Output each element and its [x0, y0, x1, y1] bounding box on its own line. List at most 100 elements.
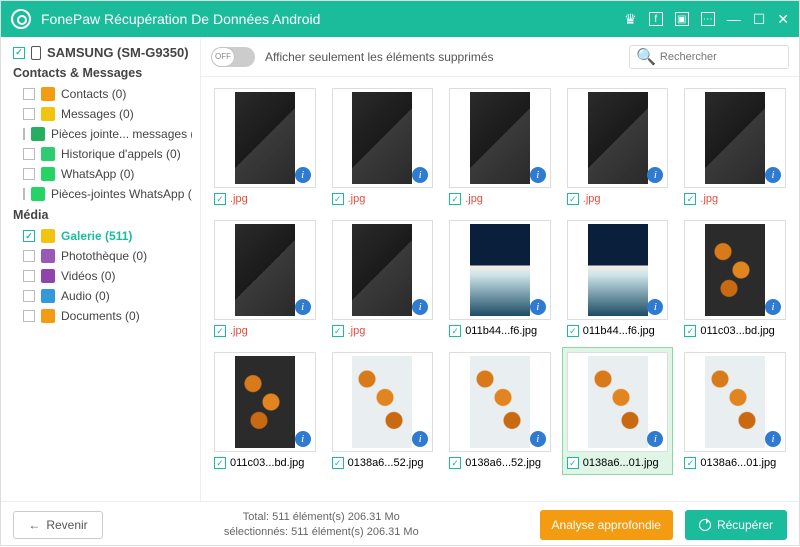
item-checkbox[interactable]: ✓ [332, 325, 344, 337]
item-checkbox[interactable]: ✓ [449, 457, 461, 469]
thumbnail-image [588, 356, 648, 448]
gallery-card[interactable]: i✓.jpg [209, 215, 321, 343]
contacts-item-5[interactable]: Pièces-jointes WhatsApp (0) [13, 184, 192, 204]
info-icon[interactable]: i [647, 431, 663, 447]
gallery-card[interactable]: i✓011c03...bd.jpg [679, 215, 791, 343]
tree-checkbox[interactable] [23, 310, 35, 322]
tree-checkbox[interactable] [23, 188, 25, 200]
item-checkbox[interactable]: ✓ [214, 457, 226, 469]
contacts-item-0[interactable]: Contacts (0) [13, 84, 192, 104]
gallery-card[interactable]: i ✓.jpg [562, 83, 674, 211]
gallery-card[interactable]: i✓.jpg [444, 83, 556, 211]
item-checkbox[interactable]: ✓ [684, 325, 696, 337]
tree-checkbox[interactable] [23, 128, 25, 140]
item-checkbox[interactable]: ✓ [567, 325, 579, 337]
info-icon[interactable]: i [765, 299, 781, 315]
gallery-card[interactable]: i✓0138a6...52.jpg [444, 347, 556, 475]
media-item-3[interactable]: Audio (0) [13, 286, 192, 306]
thumbnail-box[interactable]: i [332, 88, 434, 188]
item-checkbox[interactable]: ✓ [449, 193, 461, 205]
item-checkbox[interactable]: ✓ [567, 457, 579, 469]
thumbnail-box[interactable]: i [332, 352, 434, 452]
device-checkbox[interactable]: ✓ [13, 47, 25, 59]
gallery-scroll[interactable]: i✓.jpgi✓.jpgi✓.jpgi✓.jpgi✓.jpgi✓.jpgi✓.j… [201, 77, 799, 501]
item-checkbox[interactable]: ✓ [684, 193, 696, 205]
facebook-icon[interactable]: f [649, 12, 663, 26]
tree-checkbox[interactable] [23, 290, 35, 302]
thumbnail-box[interactable]: i [684, 88, 786, 188]
deep-scan-button[interactable]: Analyse approfondie [540, 510, 673, 540]
tree-checkbox[interactable] [23, 270, 35, 282]
tree-checkbox[interactable] [23, 148, 35, 160]
tree-checkbox[interactable] [23, 88, 35, 100]
thumbnail-box[interactable]: i [449, 88, 551, 188]
gallery-card[interactable]: i✓0138a6...01.jpg [562, 347, 674, 475]
media-item-4[interactable]: Documents (0) [13, 306, 192, 326]
info-icon[interactable]: i [412, 431, 428, 447]
item-checkbox[interactable]: ✓ [684, 457, 696, 469]
info-icon[interactable]: i [412, 167, 428, 183]
info-icon[interactable]: i [765, 431, 781, 447]
gallery-card[interactable]: i✓011b44...f6.jpg [444, 215, 556, 343]
info-icon[interactable]: i [412, 299, 428, 315]
tree-checkbox[interactable] [23, 168, 35, 180]
info-icon[interactable]: i [530, 167, 546, 183]
item-checkbox[interactable]: ✓ [567, 193, 579, 205]
gallery-card[interactable]: i✓.jpg [327, 215, 439, 343]
device-row[interactable]: ✓ SAMSUNG (SM-G9350) [13, 45, 192, 60]
search-box[interactable]: 🔍 [629, 45, 789, 69]
thumbnail-box[interactable]: i [567, 220, 669, 320]
thumbnail-box[interactable]: i [684, 220, 786, 320]
contacts-item-1[interactable]: Messages (0) [13, 104, 192, 124]
gallery-card[interactable]: i✓.jpg [327, 83, 439, 211]
gallery-card[interactable]: i✓011b44...f6.jpg [562, 215, 674, 343]
thumbnail-box[interactable]: i [332, 220, 434, 320]
info-icon[interactable]: i [647, 299, 663, 315]
thumbnail-box[interactable]: i [449, 352, 551, 452]
item-checkbox[interactable]: ✓ [449, 325, 461, 337]
minimize-icon[interactable]: — [727, 12, 741, 26]
item-checkbox[interactable]: ✓ [214, 325, 226, 337]
maximize-icon[interactable]: ☐ [753, 12, 766, 26]
feedback-icon[interactable]: ▣ [675, 12, 689, 26]
tree-checkbox[interactable]: ✓ [23, 230, 35, 242]
contacts-item-2[interactable]: Pièces jointe... messages (0) [13, 124, 192, 144]
caption-row: ✓.jpg [567, 192, 669, 206]
premium-icon[interactable]: ♛ [624, 12, 637, 26]
recover-button[interactable]: Récupérer [685, 510, 787, 540]
contacts-item-3[interactable]: Historique d'appels (0) [13, 144, 192, 164]
media-item-0[interactable]: ✓Galerie (511) [13, 226, 192, 246]
thumbnail-box[interactable]: i [214, 88, 316, 188]
info-icon[interactable]: i [295, 431, 311, 447]
item-checkbox[interactable]: ✓ [332, 193, 344, 205]
contacts-item-4[interactable]: WhatsApp (0) [13, 164, 192, 184]
info-icon[interactable]: i [295, 299, 311, 315]
menu-icon[interactable]: ⋯ [701, 12, 715, 26]
close-icon[interactable]: ✕ [777, 12, 789, 26]
search-input[interactable] [660, 51, 782, 63]
thumbnail-box[interactable]: i [567, 352, 669, 452]
gallery-card[interactable]: i✓.jpg [209, 83, 321, 211]
gallery-card[interactable]: i✓0138a6...52.jpg [327, 347, 439, 475]
info-icon[interactable]: i [530, 431, 546, 447]
info-icon[interactable]: i [295, 167, 311, 183]
thumbnail-box[interactable]: i [684, 352, 786, 452]
thumbnail-box[interactable]: i [449, 220, 551, 320]
gallery-card[interactable]: i✓011c03...bd.jpg [209, 347, 321, 475]
thumbnail-box[interactable]: i [214, 220, 316, 320]
media-item-1[interactable]: Photothèque (0) [13, 246, 192, 266]
thumbnail-box[interactable]: i [214, 352, 316, 452]
info-icon[interactable]: i [765, 167, 781, 183]
info-icon[interactable]: i [647, 167, 663, 183]
info-icon[interactable]: i [530, 299, 546, 315]
thumbnail-box[interactable]: i [567, 88, 669, 188]
back-button[interactable]: ← Revenir [13, 511, 103, 539]
media-item-2[interactable]: Vidéos (0) [13, 266, 192, 286]
deleted-only-toggle[interactable]: OFF [211, 47, 255, 67]
item-checkbox[interactable]: ✓ [214, 193, 226, 205]
item-checkbox[interactable]: ✓ [332, 457, 344, 469]
gallery-card[interactable]: i✓.jpg [679, 83, 791, 211]
tree-checkbox[interactable] [23, 250, 35, 262]
tree-checkbox[interactable] [23, 108, 35, 120]
gallery-card[interactable]: i✓0138a6...01.jpg [679, 347, 791, 475]
